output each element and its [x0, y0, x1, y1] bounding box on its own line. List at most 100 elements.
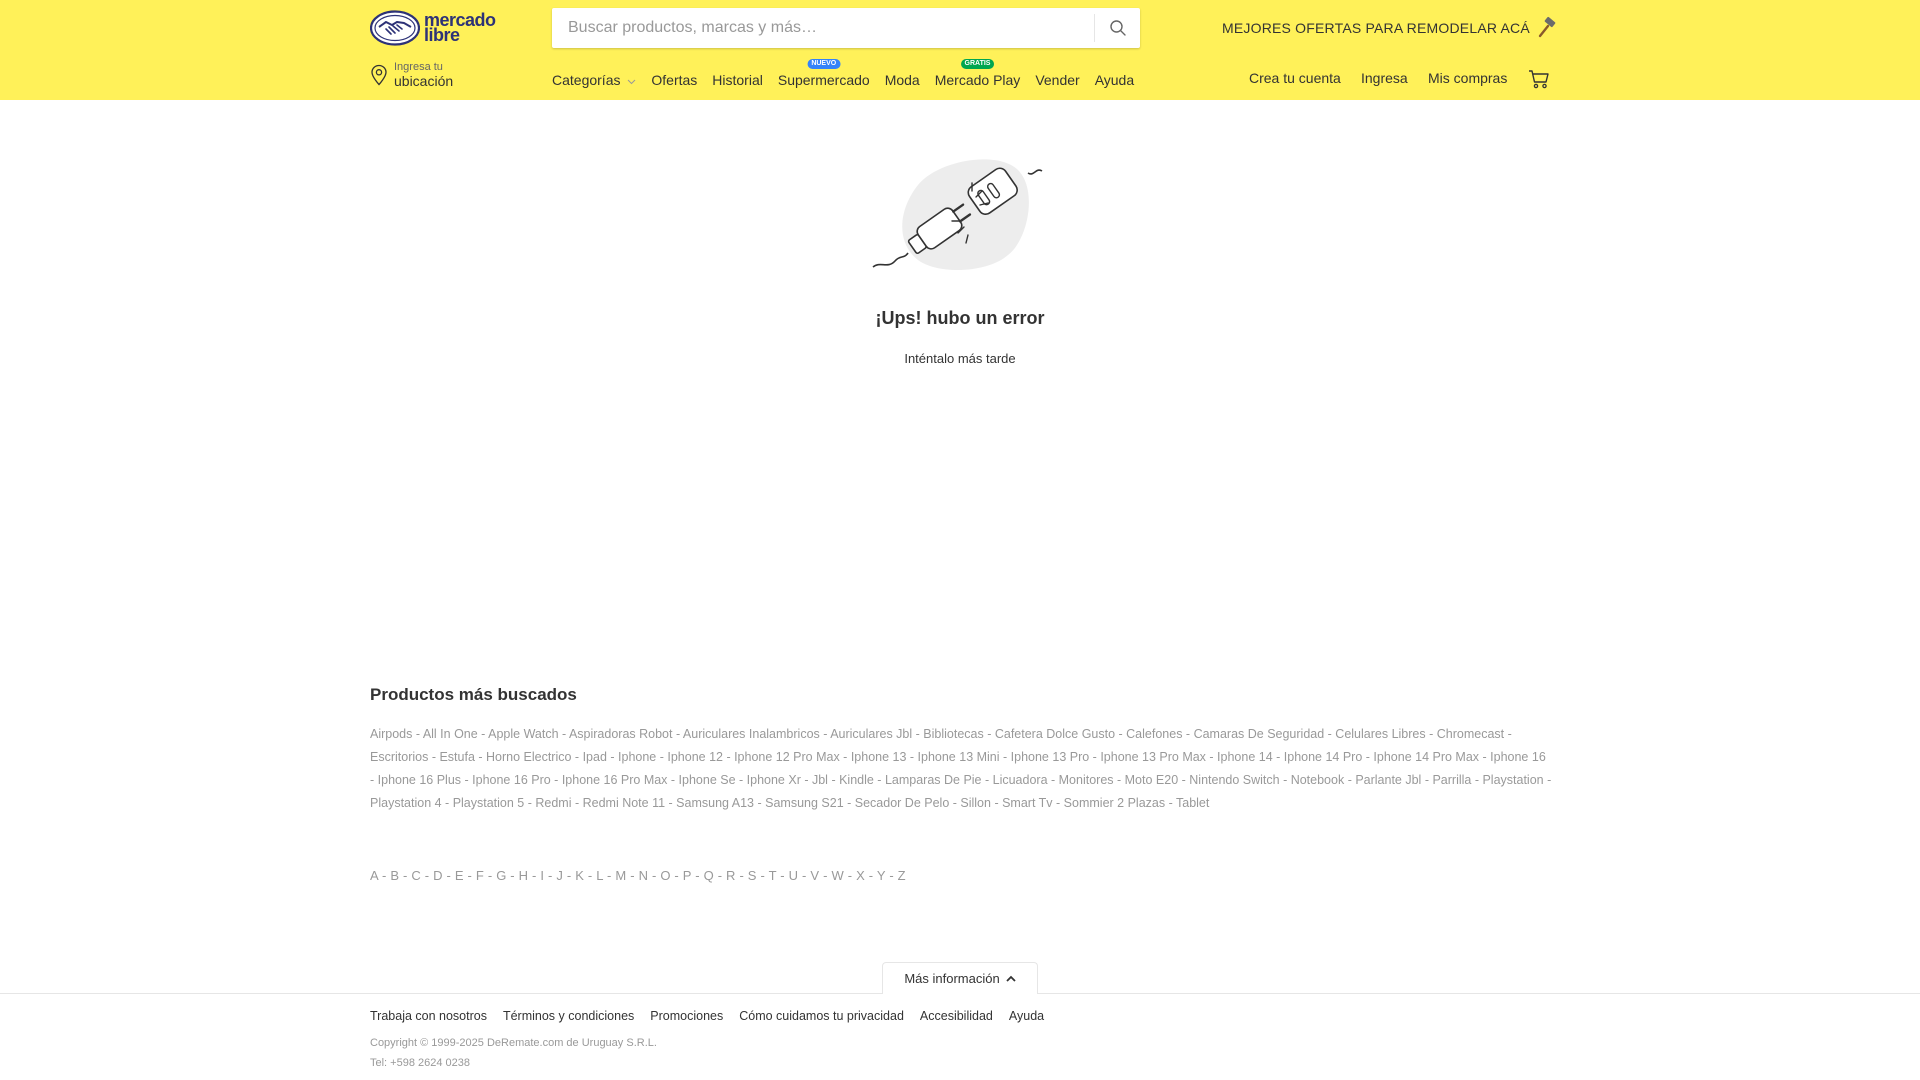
popular-product-link[interactable]: Iphone Xr	[747, 773, 801, 787]
cart-button[interactable]	[1528, 69, 1550, 89]
popular-product-link[interactable]: Playstation 4	[370, 796, 442, 810]
alphabet-letter-link[interactable]: Y	[877, 868, 886, 883]
popular-product-link[interactable]: Kindle	[839, 773, 874, 787]
alphabet-letter-link[interactable]: H	[519, 868, 529, 883]
popular-product-link[interactable]: Lamparas De Pie	[885, 773, 982, 787]
nav-historial[interactable]: Historial	[712, 72, 763, 88]
location-selector[interactable]: Ingresa tu ubicación	[370, 60, 453, 90]
nav-moda[interactable]: Moda	[885, 72, 920, 88]
alphabet-letter-link[interactable]: D	[433, 868, 443, 883]
alphabet-letter-link[interactable]: E	[455, 868, 464, 883]
footer-link-ayuda[interactable]: Ayuda	[1009, 1009, 1044, 1023]
popular-product-link[interactable]: Iphone 16	[1490, 750, 1546, 764]
popular-product-link[interactable]: Iphone 13	[851, 750, 907, 764]
popular-product-link[interactable]: Apple Watch	[488, 727, 558, 741]
popular-product-link[interactable]: Camaras De Seguridad	[1194, 727, 1325, 741]
popular-product-link[interactable]: Sillon	[960, 796, 991, 810]
popular-product-link[interactable]: Parrilla	[1432, 773, 1471, 787]
popular-product-link[interactable]: Iphone 13 Pro	[1011, 750, 1090, 764]
popular-product-link[interactable]: Iphone 16 Pro Max	[562, 773, 668, 787]
popular-product-link[interactable]: Licuadora	[993, 773, 1048, 787]
popular-product-link[interactable]: Tablet	[1176, 796, 1209, 810]
popular-product-link[interactable]: Smart Tv	[1002, 796, 1052, 810]
footer-link-accesibilidad[interactable]: Accesibilidad	[920, 1009, 993, 1023]
alphabet-letter-link[interactable]: Z	[898, 868, 906, 883]
popular-product-link[interactable]: Iphone 16 Plus	[378, 773, 461, 787]
nav-categorias[interactable]: Categorías	[552, 72, 636, 88]
popular-product-link[interactable]: Iphone 14 Pro	[1284, 750, 1363, 764]
alphabet-letter-link[interactable]: B	[390, 868, 399, 883]
popular-product-link[interactable]: Estufa	[439, 750, 474, 764]
popular-product-link[interactable]: Iphone	[618, 750, 656, 764]
alphabet-letter-link[interactable]: K	[575, 868, 584, 883]
popular-product-link[interactable]: Samsung S21	[765, 796, 844, 810]
popular-product-link[interactable]: Ipad	[583, 750, 607, 764]
popular-product-link[interactable]: All In One	[423, 727, 478, 741]
alphabet-letter-link[interactable]: W	[831, 868, 843, 883]
popular-product-link[interactable]: Monitores	[1059, 773, 1114, 787]
popular-product-link[interactable]: Iphone Se	[679, 773, 736, 787]
alphabet-letter-link[interactable]: R	[726, 868, 736, 883]
popular-product-link[interactable]: Iphone 13 Mini	[918, 750, 1000, 764]
popular-product-link[interactable]: Redmi	[535, 796, 571, 810]
popular-product-link[interactable]: Auriculares Inalambricos	[683, 727, 820, 741]
popular-product-link[interactable]: Samsung A13	[676, 796, 754, 810]
footer-link-promociones[interactable]: Promociones	[650, 1009, 723, 1023]
popular-product-link[interactable]: Nintendo Switch	[1189, 773, 1279, 787]
popular-product-link[interactable]: Celulares Libres	[1335, 727, 1425, 741]
nav-ofertas[interactable]: Ofertas	[651, 72, 697, 88]
alphabet-letter-link[interactable]: N	[639, 868, 649, 883]
nav-vender[interactable]: Vender	[1035, 72, 1079, 88]
popular-product-link[interactable]: Iphone 16 Pro	[472, 773, 551, 787]
popular-product-link[interactable]: Redmi Note 11	[583, 796, 665, 810]
popular-product-link[interactable]: Sommier 2 Plazas	[1064, 796, 1165, 810]
more-info-button[interactable]: Más información	[882, 962, 1038, 994]
alphabet-letter-link[interactable]: S	[748, 868, 757, 883]
popular-product-link[interactable]: Airpods	[370, 727, 412, 741]
alphabet-letter-link[interactable]: X	[856, 868, 865, 883]
alphabet-letter-link[interactable]: U	[789, 868, 799, 883]
mercado-libre-logo[interactable]: mercado libre	[370, 10, 506, 46]
alphabet-letter-link[interactable]: F	[476, 868, 484, 883]
promo-banner-link[interactable]: MEJORES OFERTAS PARA REMODELAR ACÁ	[1222, 16, 1558, 40]
alphabet-letter-link[interactable]: Q	[704, 868, 714, 883]
alphabet-letter-link[interactable]: G	[496, 868, 506, 883]
search-input[interactable]	[552, 8, 1094, 48]
alphabet-letter-link[interactable]: O	[660, 868, 670, 883]
alphabet-letter-link[interactable]: C	[411, 868, 421, 883]
nav-ayuda[interactable]: Ayuda	[1095, 72, 1134, 88]
my-purchases-link[interactable]: Mis compras	[1428, 70, 1507, 90]
popular-product-link[interactable]: Horno Electrico	[486, 750, 571, 764]
popular-product-link[interactable]: Iphone 12	[667, 750, 723, 764]
popular-product-link[interactable]: Iphone 13 Pro Max	[1100, 750, 1206, 764]
alphabet-letter-link[interactable]: V	[810, 868, 819, 883]
login-link[interactable]: Ingresa	[1361, 70, 1408, 90]
alphabet-letter-link[interactable]: M	[615, 868, 626, 883]
popular-product-link[interactable]: Parlante Jbl	[1355, 773, 1421, 787]
popular-product-link[interactable]: Auriculares Jbl	[830, 727, 912, 741]
popular-product-link[interactable]: Iphone 14 Pro Max	[1373, 750, 1479, 764]
popular-product-link[interactable]: Notebook	[1291, 773, 1345, 787]
popular-product-link[interactable]: Playstation 5	[453, 796, 525, 810]
footer-link-privacidad[interactable]: Cómo cuidamos tu privacidad	[739, 1009, 904, 1023]
popular-product-link[interactable]: Chromecast	[1437, 727, 1504, 741]
alphabet-letter-link[interactable]: A	[370, 868, 378, 883]
popular-product-link[interactable]: Iphone 14	[1217, 750, 1273, 764]
footer-link-trabaja[interactable]: Trabaja con nosotros	[370, 1009, 487, 1023]
popular-product-link[interactable]: Iphone 12 Pro Max	[734, 750, 840, 764]
popular-product-link[interactable]: Moto E20	[1125, 773, 1179, 787]
alphabet-letter-link[interactable]: T	[769, 868, 777, 883]
popular-product-link[interactable]: Secador De Pelo	[855, 796, 950, 810]
popular-product-link[interactable]: Jbl	[812, 773, 828, 787]
search-button[interactable]	[1094, 14, 1140, 42]
create-account-link[interactable]: Crea tu cuenta	[1249, 70, 1341, 90]
popular-product-link[interactable]: Escritorios	[370, 750, 428, 764]
nav-supermercado[interactable]: NUEVO Supermercado	[778, 59, 870, 88]
nav-mercado-play[interactable]: GRATIS Mercado Play	[935, 59, 1020, 88]
popular-product-link[interactable]: Calefones	[1126, 727, 1182, 741]
popular-product-link[interactable]: Playstation	[1482, 773, 1543, 787]
footer-link-terminos[interactable]: Términos y condiciones	[503, 1009, 634, 1023]
popular-product-link[interactable]: Cafetera Dolce Gusto	[995, 727, 1115, 741]
popular-product-link[interactable]: Bibliotecas	[923, 727, 983, 741]
popular-product-link[interactable]: Aspiradoras Robot	[569, 727, 673, 741]
